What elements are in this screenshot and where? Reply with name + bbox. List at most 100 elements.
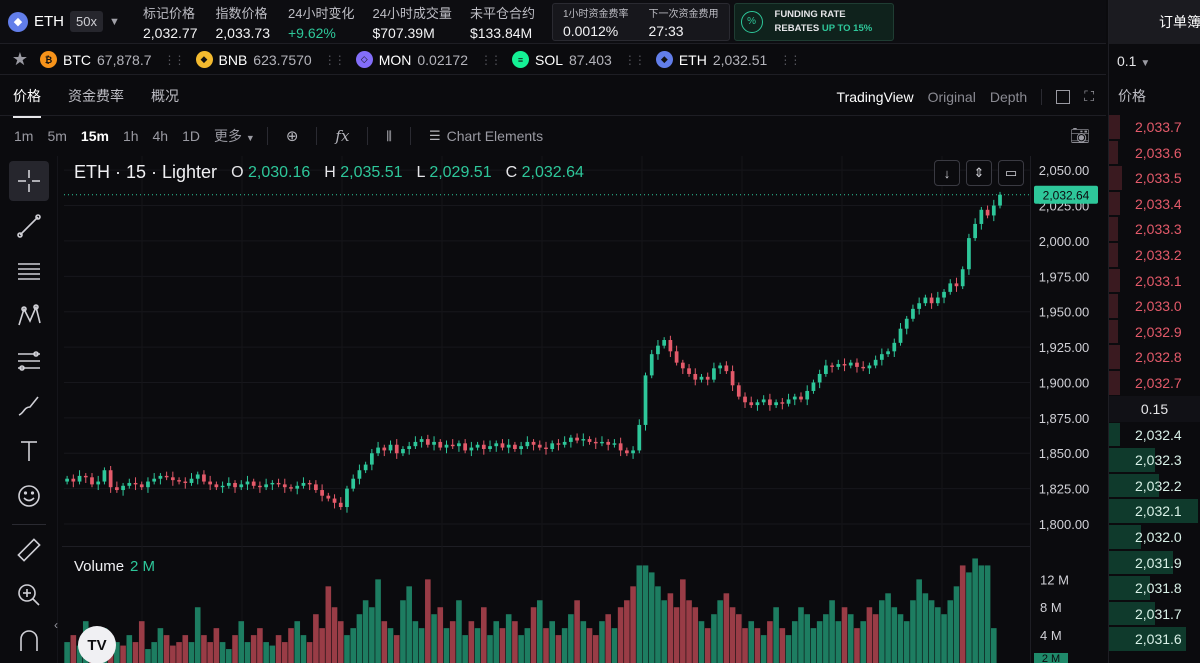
drag-handle-icon[interactable]: ⋮⋮ — [624, 53, 646, 67]
drag-handle-icon[interactable]: ⋮⋮ — [480, 53, 502, 67]
tradingview-logo[interactable]: TV — [78, 626, 116, 663]
ask-row[interactable]: 2,033.2 — [1109, 242, 1200, 268]
fib-tool[interactable] — [9, 341, 49, 381]
volume-bar — [294, 621, 301, 663]
tab-0[interactable]: 价格 — [13, 76, 41, 118]
zoom-tool[interactable] — [9, 575, 49, 615]
timeframe-5m[interactable]: 5m — [47, 128, 66, 144]
order-book-title[interactable]: 订单簿 — [1109, 0, 1200, 44]
bid-row[interactable]: 2,031.8 — [1109, 575, 1200, 601]
ask-row[interactable]: 2,033.3 — [1109, 216, 1200, 242]
candle-body — [139, 484, 144, 488]
volume-bar — [381, 621, 388, 663]
list-icon[interactable]: ☰ — [429, 128, 441, 144]
ticker-item-bnb[interactable]: ◆ BNB 623.7570 ⋮⋮ — [195, 51, 346, 68]
function-icon[interactable]: fx — [335, 127, 349, 145]
ruler-tool[interactable] — [9, 530, 49, 570]
ticker-price: 87.403 — [569, 51, 612, 68]
timeframe-15m[interactable]: 15m — [81, 128, 109, 144]
ask-row[interactable]: 2,033.4 — [1109, 191, 1200, 217]
volume-bar — [990, 628, 997, 663]
ask-row[interactable]: 2,032.7 — [1109, 370, 1200, 396]
funding-stat-0: 1小时资金费率 0.0012% — [553, 4, 639, 40]
volume-bar — [226, 649, 232, 663]
tab-1[interactable]: 资金费率 — [68, 76, 124, 118]
bid-row[interactable]: 2,031.6 — [1109, 626, 1200, 652]
chevron-down-icon: ▼ — [108, 15, 120, 28]
bid-row[interactable]: 2,032.1 — [1109, 498, 1200, 524]
tab-2[interactable]: 概况 — [151, 76, 179, 118]
ask-row[interactable]: 2,032.9 — [1109, 319, 1200, 345]
price-tick-label: 1,800.00 — [1039, 517, 1090, 532]
reset-icon[interactable]: ▭ — [998, 160, 1024, 186]
magnet-tool[interactable] — [9, 620, 49, 660]
bid-row[interactable]: 2,032.2 — [1109, 473, 1200, 499]
drag-handle-icon[interactable]: ⋮⋮ — [779, 53, 801, 67]
pattern-tool[interactable] — [9, 296, 49, 336]
volume-bar — [512, 621, 518, 663]
volume-bar — [462, 635, 468, 663]
timeframe-1m[interactable]: 1m — [14, 128, 33, 144]
ask-row[interactable]: 2,032.8 — [1109, 344, 1200, 370]
star-icon[interactable]: ★ — [0, 49, 40, 70]
brush-tool[interactable] — [9, 386, 49, 426]
ask-row[interactable]: 2,033.7 — [1109, 114, 1200, 140]
drag-handle-icon[interactable]: ⋮⋮ — [324, 53, 346, 67]
timeframe-1h[interactable]: 1h — [123, 128, 139, 144]
window-icon[interactable] — [1056, 89, 1071, 104]
candle-body — [282, 484, 287, 488]
ask-row[interactable]: 2,033.6 — [1109, 140, 1200, 166]
candle-body — [786, 399, 791, 404]
candle-body — [998, 194, 1002, 206]
chart-elements-button[interactable]: Chart Elements — [447, 128, 543, 144]
funding-rebate-banner[interactable]: % FUNDING RATE REBATES UP TO 15% — [733, 2, 894, 41]
fullscreen-icon[interactable]: ⛶ — [1084, 88, 1094, 105]
volume-bar — [922, 593, 929, 663]
ask-row[interactable]: 2,033.1 — [1109, 268, 1200, 294]
collapse-icon[interactable]: ⇕ — [966, 160, 992, 186]
bars-icon[interactable]: ⫼ — [386, 129, 392, 144]
price-chart[interactable]: 2,050.00 2,025.00 2,000.00 1,975.00 1,950.00… — [54, 156, 1106, 663]
timeframe-4h[interactable]: 4h — [153, 128, 169, 144]
ask-row[interactable]: 2,033.0 — [1109, 293, 1200, 319]
arrow-down-icon[interactable]: ↓ — [934, 160, 960, 186]
bid-row[interactable]: 2,032.0 — [1109, 524, 1200, 550]
funding-info: 1小时资金费率 0.0012% 下一次资金费用 27:33 — [551, 2, 730, 41]
bid-row[interactable]: 2,032.4 — [1109, 422, 1200, 448]
candle-body — [177, 480, 181, 482]
horizontal-lines-tool[interactable] — [9, 251, 49, 291]
leverage-badge[interactable]: 50x — [70, 11, 103, 32]
ticker-item-eth[interactable]: ◆ ETH 2,032.51 ⋮⋮ — [655, 51, 801, 68]
candle-body — [662, 340, 667, 346]
camera-icon[interactable]: 📷︎ — [1070, 126, 1090, 146]
bid-row[interactable]: 2,032.3 — [1109, 447, 1200, 473]
ticker-item-btc[interactable]: ₿ BTC 67,878.7 ⋮⋮ — [40, 51, 186, 68]
add-indicator-icon[interactable]: ⊕ — [286, 127, 299, 145]
view-tradingview[interactable]: TradingView — [837, 89, 914, 105]
candle-body — [624, 450, 629, 454]
timeframe-1D[interactable]: 1D — [182, 128, 200, 144]
drag-handle-icon[interactable]: ⋮⋮ — [164, 53, 186, 67]
ask-row[interactable]: 2,033.5 — [1109, 165, 1200, 191]
volume-bar — [953, 586, 960, 663]
candle-body — [581, 439, 586, 441]
volume-bar — [238, 621, 245, 663]
view-depth[interactable]: Depth — [990, 89, 1027, 105]
symbol-selector[interactable]: ◆ ETH 50x ▼ — [0, 0, 134, 43]
view-original[interactable]: Original — [928, 89, 976, 105]
tick-size-selector[interactable]: 0.1 ▼ — [1109, 44, 1200, 76]
candle-body — [674, 351, 679, 363]
more-timeframes[interactable]: 更多 ▼ — [214, 126, 255, 146]
candle-body — [170, 477, 175, 481]
crosshair-tool[interactable] — [8, 161, 49, 201]
ticker-item-sol[interactable]: ≡ SOL 87.403 ⋮⋮ — [511, 51, 646, 68]
emoji-tool[interactable] — [9, 476, 49, 516]
axis-divider — [1030, 156, 1031, 663]
chevron-left-icon[interactable]: ‹ — [54, 618, 58, 632]
text-tool[interactable] — [9, 431, 49, 471]
bid-row[interactable]: 2,031.7 — [1109, 601, 1200, 627]
candle-body — [817, 373, 822, 383]
trendline-tool[interactable] — [9, 206, 49, 246]
bid-row[interactable]: 2,031.9 — [1109, 550, 1200, 576]
ticker-item-mon[interactable]: ◇ MON 0.02172 ⋮⋮ — [355, 51, 502, 68]
